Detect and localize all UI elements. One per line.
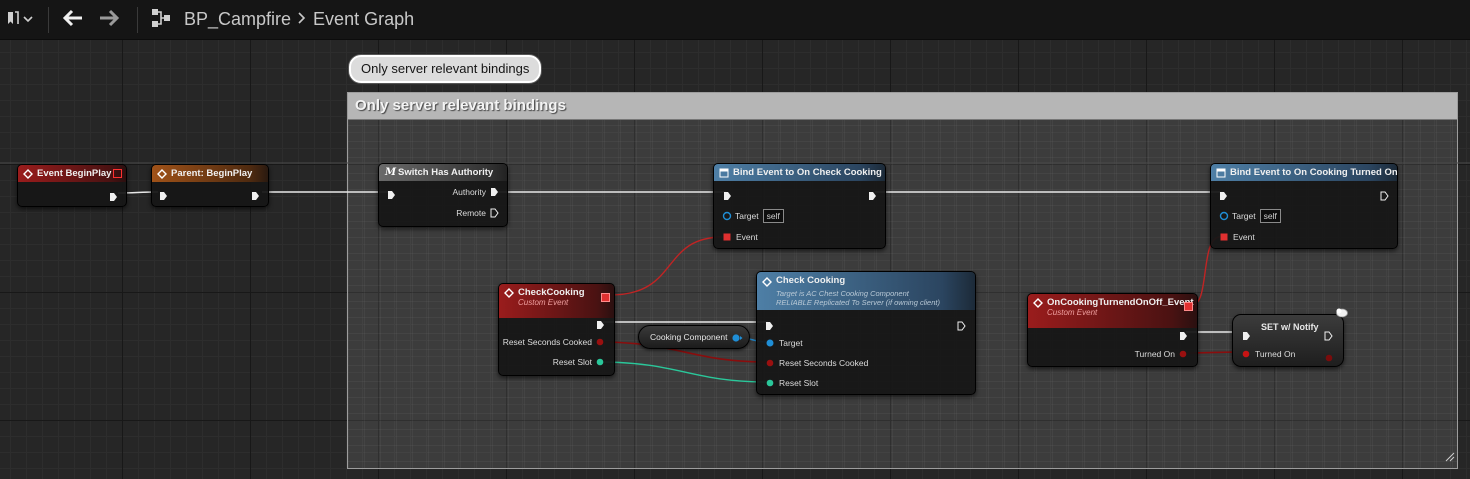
event-graph-icon xyxy=(150,7,172,33)
replication-notify-icon xyxy=(1335,306,1349,324)
exec-out-pin[interactable] xyxy=(1380,188,1389,206)
back-button[interactable] xyxy=(57,0,89,40)
event-diamond-icon xyxy=(23,168,33,182)
delegate-pin[interactable] xyxy=(113,169,122,178)
node-title: Switch Has Authority xyxy=(398,167,494,178)
event-diamond-icon xyxy=(504,287,514,304)
node-title: CheckCooking xyxy=(518,287,585,298)
target-default-input[interactable]: self xyxy=(1259,209,1281,223)
node-subtitle: Custom Event xyxy=(518,298,569,307)
node-check-cooking-event[interactable]: CheckCooking Custom Event Reset Seconds … xyxy=(498,283,615,376)
target-pin[interactable]: Target xyxy=(765,338,803,348)
exec-in-pin[interactable] xyxy=(765,318,774,336)
exec-in-pin[interactable] xyxy=(159,188,168,206)
node-title: Event BeginPlay xyxy=(37,168,112,179)
node-title: Parent: BeginPlay xyxy=(171,168,253,179)
node-set-with-notify[interactable]: SET w/ Notify Turned On xyxy=(1232,308,1348,367)
node-subtitle: RELIABLE Replicated To Server (if owning… xyxy=(776,298,940,307)
node-bind-check-cooking[interactable]: Bind Event to On Check Cooking Target se… xyxy=(713,163,886,249)
chevron-down-icon xyxy=(22,10,34,29)
target-default-input[interactable]: self xyxy=(762,209,784,223)
node-title: Cooking Component xyxy=(650,332,728,342)
exec-in-pin[interactable] xyxy=(1219,188,1228,206)
bookmark-menu-button[interactable] xyxy=(0,0,40,40)
bool-out-pin[interactable] xyxy=(1325,349,1333,367)
exec-out-pin[interactable] xyxy=(1324,328,1333,346)
graph-toolbar: BP_Campfire Event Graph xyxy=(0,0,1470,40)
arrow-left-icon xyxy=(62,9,84,31)
node-cooking-component[interactable]: Cooking Component xyxy=(638,325,750,349)
event-pin[interactable]: Event xyxy=(1220,232,1255,242)
comment-title[interactable]: Only server relevant bindings xyxy=(348,93,1457,120)
node-subtitle: Custom Event xyxy=(1047,308,1098,317)
function-call-icon xyxy=(762,276,772,293)
node-parent-begin-play[interactable]: Parent: BeginPlay xyxy=(151,164,269,207)
exec-in-pin[interactable] xyxy=(1242,328,1251,346)
breadcrumb-graph[interactable]: Event Graph xyxy=(313,9,414,30)
node-subtitle: Target is AC Chest Cooking Component xyxy=(776,289,909,298)
target-pin[interactable]: Target self xyxy=(722,209,784,223)
node-title: Bind Event to On Check Cooking xyxy=(733,167,882,178)
exec-out-pin[interactable] xyxy=(596,317,605,335)
macro-icon: M xyxy=(385,167,397,178)
event-diamond-icon xyxy=(1033,297,1043,314)
delegate-pin[interactable] xyxy=(601,293,610,302)
toolbar-divider xyxy=(48,6,49,33)
node-on-cooking-turned-event[interactable]: OnCookingTurnendOnOff_Event Custom Event… xyxy=(1027,293,1198,367)
exec-out-pin[interactable] xyxy=(109,189,118,207)
comment-bubble[interactable]: Only server relevant bindings xyxy=(349,55,542,83)
reset-slot-pin[interactable]: Reset Slot xyxy=(553,357,604,367)
reset-seconds-cooked-pin[interactable]: Reset Seconds Cooked xyxy=(766,358,868,368)
exec-in-pin[interactable] xyxy=(387,187,396,205)
exec-out-pin[interactable] xyxy=(1179,328,1188,346)
target-pin[interactable]: Target self xyxy=(1219,209,1281,223)
node-event-begin-play[interactable]: Event BeginPlay xyxy=(17,164,127,207)
forward-button[interactable] xyxy=(89,0,129,40)
node-title: Check Cooking xyxy=(776,275,846,286)
object-out-pin[interactable] xyxy=(731,333,743,345)
node-switch-has-authority[interactable]: M Switch Has Authority Authority Remote xyxy=(378,163,508,227)
breadcrumb-blueprint[interactable]: BP_Campfire xyxy=(184,9,291,30)
graph-breadcrumb: BP_Campfire Event Graph xyxy=(146,0,414,40)
remote-pin[interactable]: Remote xyxy=(456,208,499,218)
function-call-icon xyxy=(719,167,729,181)
node-title: Bind Event to On Cooking Turned On xyxy=(1230,167,1397,178)
authority-pin[interactable]: Authority xyxy=(452,187,499,197)
node-title: SET w/ Notify xyxy=(1261,322,1319,332)
bookmark-icon xyxy=(6,10,22,30)
function-icon xyxy=(157,168,167,182)
turned-on-pin[interactable]: Turned On xyxy=(1242,349,1295,359)
function-call-icon xyxy=(1216,167,1226,181)
exec-out-pin[interactable] xyxy=(868,188,877,206)
chevron-right-icon xyxy=(297,10,307,29)
node-title: OnCookingTurnendOnOff_Event xyxy=(1047,297,1194,308)
arrow-right-icon xyxy=(98,9,120,31)
toolbar-divider xyxy=(137,6,138,33)
node-bind-cooking-turned-on[interactable]: Bind Event to On Cooking Turned On Targe… xyxy=(1210,163,1398,249)
exec-out-pin[interactable] xyxy=(251,188,260,206)
turned-on-pin[interactable]: Turned On xyxy=(1135,349,1187,359)
exec-out-pin[interactable] xyxy=(957,318,966,336)
event-pin[interactable]: Event xyxy=(723,232,758,242)
reset-seconds-cooked-pin[interactable]: Reset Seconds Cooked xyxy=(503,337,604,347)
exec-in-pin[interactable] xyxy=(723,188,732,206)
delegate-pin[interactable] xyxy=(1184,302,1193,311)
node-check-cooking-call[interactable]: Check Cooking Target is AC Chest Cooking… xyxy=(756,271,976,395)
resize-grip-icon[interactable] xyxy=(1445,447,1455,466)
reset-slot-pin[interactable]: Reset Slot xyxy=(766,378,818,388)
